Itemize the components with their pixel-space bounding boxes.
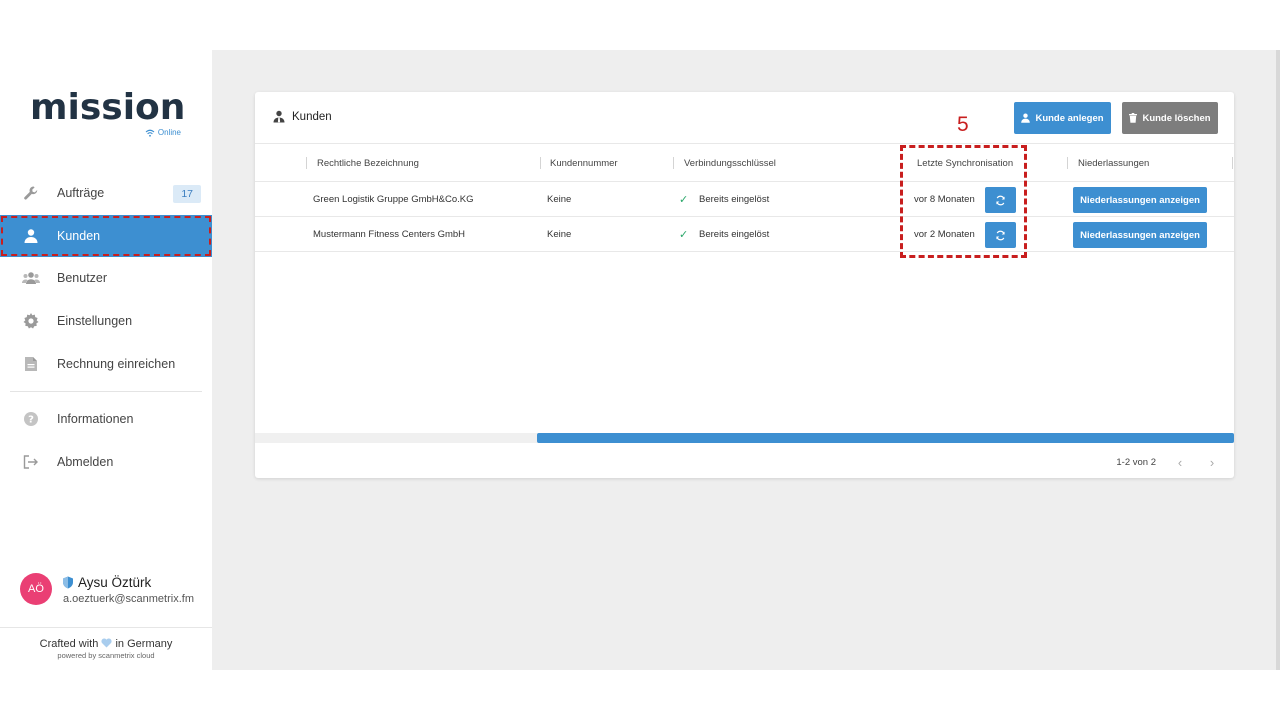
logo-text: mission [30, 87, 186, 128]
avatar: AÖ [20, 573, 52, 605]
sidebar-item-label: Abmelden [57, 454, 114, 469]
card-header: Kunden Kunde anlegen Kunde löschen [255, 92, 1234, 144]
status-label: Online [157, 128, 181, 137]
column-header-number[interactable]: Kundennummer [550, 158, 618, 169]
card-title-text: Kunden [292, 110, 332, 123]
show-branches-button[interactable]: Niederlassungen anzeigen [1073, 187, 1207, 213]
column-header-branches[interactable]: Niederlassungen [1078, 158, 1149, 169]
sidebar-footer: Crafted with in Germany powered by scanm… [0, 627, 212, 660]
user-email: a.oeztuerk@scanmetrix.fm [63, 593, 194, 605]
sidebar-item-einstellungen[interactable]: Einstellungen [0, 300, 212, 343]
app-window: mission Online Aufträge 17 Kunden Benutz… [0, 50, 1280, 670]
cell-key: Bereits eingelöst [699, 194, 770, 205]
chevron-left-icon[interactable]: ‹ [1172, 455, 1188, 470]
heart-icon [101, 638, 112, 648]
delete-customer-label: Kunde löschen [1142, 112, 1211, 124]
add-customer-label: Kunde anlegen [1035, 112, 1104, 124]
column-separator [1067, 157, 1068, 169]
user-icon [1021, 113, 1031, 123]
cell-number: Keine [547, 194, 572, 205]
horizontal-scrollbar-thumb[interactable] [537, 433, 1234, 443]
wrench-icon [22, 184, 40, 202]
highlight-box-kunden [1, 215, 211, 257]
column-separator [540, 157, 541, 169]
sidebar-item-label: Aufträge [57, 186, 105, 201]
pagination: 1-2 von 2 ‹ › [1116, 455, 1220, 470]
gear-icon [22, 312, 40, 330]
column-separator [306, 157, 307, 169]
column-header-name[interactable]: Rechtliche Bezeichnung [317, 158, 419, 169]
cell-name: Green Logistik Gruppe GmbH&Co.KG [313, 194, 474, 205]
sidebar-nav: Aufträge 17 Kunden Benutzer Einstellunge… [0, 172, 212, 483]
user-name: Aysu Öztürk [78, 575, 152, 590]
sidebar-item-rechnung[interactable]: Rechnung einreichen [0, 342, 212, 385]
orders-count-badge: 17 [173, 185, 201, 203]
annotation-number: 5 [957, 113, 969, 136]
wifi-icon [145, 129, 155, 137]
pagination-info: 1-2 von 2 [1116, 457, 1156, 468]
logo: mission Online [30, 90, 190, 140]
table-header: Rechtliche Bezeichnung Kundennummer Verb… [255, 145, 1234, 182]
help-icon: ? [22, 410, 40, 428]
check-icon: ✓ [679, 194, 689, 206]
vertical-scrollbar[interactable] [1276, 50, 1280, 670]
logout-icon [22, 453, 40, 471]
chevron-right-icon[interactable]: › [1204, 455, 1220, 470]
main-content: Kunden Kunde anlegen Kunde löschen Recht… [212, 50, 1276, 670]
delete-customer-button[interactable]: Kunde löschen [1122, 102, 1218, 134]
sidebar-item-kunden[interactable]: Kunden [0, 214, 212, 258]
svg-text:?: ? [28, 415, 34, 426]
sidebar-item-label: Benutzer [57, 271, 108, 286]
check-icon: ✓ [679, 229, 689, 241]
nav-divider [10, 390, 202, 392]
annotation-highlight-sync-column [900, 145, 1027, 258]
customer-icon [273, 110, 285, 123]
column-separator [1232, 157, 1233, 169]
column-separator [673, 157, 674, 169]
shield-icon [63, 576, 73, 589]
sidebar-item-label: Rechnung einreichen [57, 356, 176, 371]
user-name-row: Aysu Öztürk [62, 575, 151, 590]
connection-status: Online [145, 128, 181, 137]
column-header-key[interactable]: Verbindungsschlüssel [684, 158, 776, 169]
table-row[interactable]: Green Logistik Gruppe GmbH&Co.KG Keine ✓… [255, 182, 1234, 217]
cell-key: Bereits eingelöst [699, 229, 770, 240]
card-title: Kunden [273, 110, 332, 123]
sidebar-item-auftraege[interactable]: Aufträge 17 [0, 172, 212, 215]
show-branches-button[interactable]: Niederlassungen anzeigen [1073, 222, 1207, 248]
sidebar-item-abmelden[interactable]: Abmelden [0, 441, 212, 484]
user-profile[interactable]: AÖ Aysu Öztürk a.oeztuerk@scanmetrix.fm [20, 573, 210, 609]
crafted-line: Crafted with in Germany [0, 638, 212, 650]
crafted-suffix: in Germany [115, 638, 173, 650]
sidebar-item-label: Informationen [57, 412, 134, 427]
trash-icon [1129, 113, 1138, 123]
customers-card: Kunden Kunde anlegen Kunde löschen Recht… [255, 92, 1234, 478]
sidebar: mission Online Aufträge 17 Kunden Benutz… [0, 50, 212, 670]
sidebar-item-informationen[interactable]: ? Informationen [0, 398, 212, 441]
users-icon [22, 269, 40, 287]
sidebar-item-benutzer[interactable]: Benutzer [0, 257, 212, 300]
cell-number: Keine [547, 229, 572, 240]
table-row[interactable]: Mustermann Fitness Centers GmbH Keine ✓ … [255, 217, 1234, 252]
document-icon [22, 355, 40, 373]
cell-name: Mustermann Fitness Centers GmbH [313, 229, 466, 240]
crafted-prefix: Crafted with [39, 638, 99, 650]
powered-by: powered by scanmetrix cloud [57, 651, 155, 660]
sidebar-item-label: Einstellungen [57, 314, 133, 329]
add-customer-button[interactable]: Kunde anlegen [1014, 102, 1111, 134]
